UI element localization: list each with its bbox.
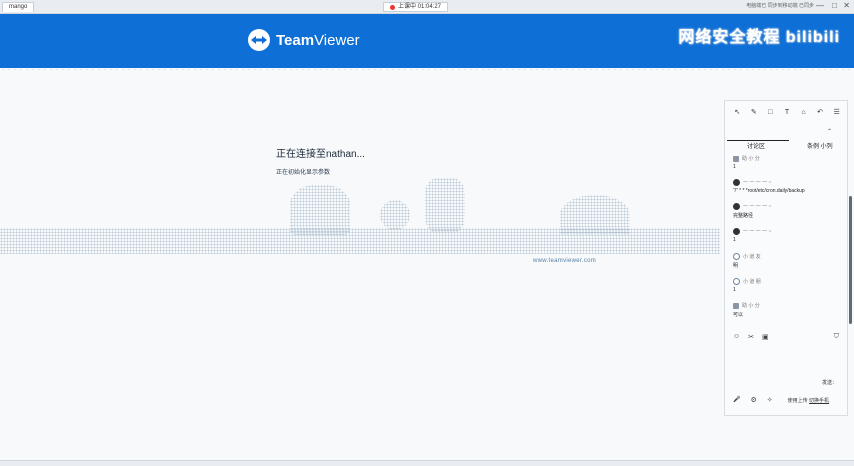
avatar-icon [733, 278, 740, 285]
eraser-tool-icon[interactable]: ⌂ [800, 109, 808, 117]
message-body: 1 [733, 164, 736, 170]
avatar-icon [733, 155, 739, 162]
minimize-button[interactable]: — [816, 1, 824, 10]
emoji-icon[interactable]: ☺ [733, 333, 740, 341]
annotation-panel: ↖ ✎ □ T ⌂ ↶ ☰ ⌃ 讨论区 条例 小列 助 小 分 1 一 一 一 … [724, 100, 848, 416]
message-author: 小 道 友 [743, 254, 761, 260]
pin-icon[interactable]: ⌃ [827, 128, 832, 135]
message-body: 可以 [733, 312, 744, 318]
teamviewer-logo-icon [248, 29, 270, 51]
message-tools: ☺ ✂ ▣ [733, 333, 769, 341]
text-tool-icon[interactable]: T [783, 109, 791, 117]
connecting-status: 正在初始化显示参数 [276, 170, 331, 176]
teamviewer-brand: TeamViewer [248, 29, 360, 51]
message-author: 一 一 一 一 ~ [743, 204, 772, 210]
chat-message: 一 一 一 一 ~ “/” * * *root/etc/cron.daily/b… [733, 179, 805, 194]
window-bottom-bar [0, 460, 854, 466]
maximize-button[interactable]: □ [832, 1, 837, 10]
drawing-toolbar: ↖ ✎ □ T ⌂ ↶ ☰ [725, 109, 849, 119]
avatar-icon [733, 253, 740, 260]
message-body: 明 [733, 263, 739, 269]
message-author: 一 一 一 一 ~ [743, 180, 772, 186]
upload-label: 使用上传 [787, 398, 809, 404]
switch-phone-link[interactable]: 切换手机 [809, 398, 829, 404]
chat-message: 小 道 朋 1 [733, 278, 761, 293]
message-author: 一 一 一 一 ~ [743, 229, 772, 235]
close-button[interactable]: ✕ [843, 1, 850, 10]
teamviewer-header: TeamViewer 网络安全教程 bilibili [0, 14, 854, 68]
message-body: 1 [733, 237, 736, 243]
teamviewer-link[interactable]: www.teamviewer.com [533, 258, 596, 264]
tab-list[interactable]: 条例 小列 [807, 141, 833, 150]
avatar-icon [733, 203, 740, 210]
chat-message: 一 一 一 一 ~ 1 [733, 228, 771, 243]
chat-message: 助 小 分 可以 [733, 302, 760, 318]
recording-label: 上课中 01:04:27 [398, 3, 442, 10]
video-watermark: 网络安全教程 bilibili [678, 29, 840, 46]
chat-message: 助 小 分 1 [733, 155, 760, 170]
panel-tabs: 讨论区 条例 小列 [725, 141, 849, 153]
message-author: 小 道 朋 [743, 279, 761, 285]
window-title-bar: mango 上课中 01:04:27 电脑端已 同步到移动端 已同步 — □ ✕ [0, 0, 854, 14]
image-icon[interactable]: ▣ [762, 333, 769, 341]
gear-icon[interactable]: ⚙ [750, 396, 756, 404]
message-body: “/” * * *root/etc/cron.daily/backup [733, 188, 805, 194]
wand-icon[interactable]: ✧ [767, 396, 773, 404]
rectangle-tool-icon[interactable]: □ [766, 109, 774, 117]
chat-message: 一 一 一 一 ~ 完整路径 [733, 203, 771, 219]
upload-hint: 使用上传 切换手机 [788, 397, 829, 404]
message-body: 完整路径 [733, 213, 754, 219]
message-body: 1 [733, 287, 736, 293]
message-author: 助 小 分 [742, 303, 760, 309]
panel-bottom-tools: 🎤 ⚙ ✧ [733, 396, 773, 404]
brand-name-thin: Viewer [314, 31, 360, 49]
panel-scrollbar[interactable] [849, 196, 852, 324]
brand-name: TeamViewer [276, 32, 360, 49]
microphone-icon[interactable]: 🎤 [733, 396, 740, 404]
avatar-icon [733, 228, 740, 235]
chat-message: 小 道 友 明 [733, 253, 761, 269]
brand-name-bold: Team [276, 31, 315, 49]
avatar-icon [733, 302, 739, 309]
send-button[interactable]: 发送： [822, 379, 837, 386]
menu-icon[interactable]: ☰ [833, 109, 841, 117]
recording-indicator[interactable]: 上课中 01:04:27 [383, 2, 449, 12]
pen-tool-icon[interactable]: ✎ [750, 109, 758, 117]
pointer-tool-icon[interactable]: ↖ [733, 109, 741, 117]
tab-discussion[interactable]: 讨论区 [747, 141, 765, 150]
message-author: 助 小 分 [742, 156, 760, 162]
connecting-title: 正在连接至nathan... [276, 149, 365, 160]
browser-tab[interactable]: mango [2, 2, 35, 12]
undo-icon[interactable]: ↶ [816, 109, 824, 117]
sync-status: 电脑端已 同步到移动端 已同步 [746, 3, 814, 9]
header-divider [0, 68, 854, 71]
shield-icon[interactable]: ⛉ [834, 333, 839, 341]
record-dot-icon [390, 4, 395, 10]
scissors-icon[interactable]: ✂ [748, 333, 754, 341]
avatar-icon [733, 179, 740, 186]
screen: mango 上课中 01:04:27 电脑端已 同步到移动端 已同步 — □ ✕… [0, 0, 854, 466]
